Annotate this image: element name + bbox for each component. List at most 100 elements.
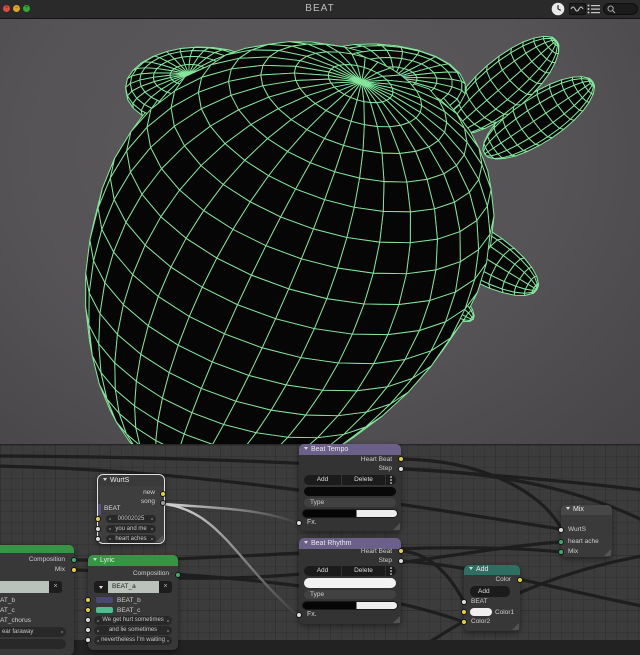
clear-icon[interactable]: ×	[49, 581, 62, 593]
socket-input[interactable]	[95, 526, 101, 532]
socket-input-color2[interactable]	[461, 619, 467, 625]
collapse-icon[interactable]	[469, 567, 473, 570]
resize-grip[interactable]	[604, 549, 611, 556]
value-slider[interactable]	[302, 509, 398, 518]
node-mix-header[interactable]: Mix	[561, 505, 612, 515]
node-beat-rhythm[interactable]: Beat Rhythm Heart Beat Step Add Delete T…	[296, 538, 404, 624]
socket-input[interactable]	[85, 597, 91, 603]
collapse-icon[interactable]	[93, 558, 97, 561]
node-wurts[interactable]: WurtS new song BEAT 00002025 you and me …	[95, 474, 166, 544]
menu-dots-icon[interactable]	[386, 475, 396, 485]
node-add[interactable]: Add Color Add BEAT Color1 Color2	[461, 565, 523, 631]
resize-grip[interactable]	[393, 616, 400, 623]
step-right-icon[interactable]	[167, 619, 169, 622]
color-swatch[interactable]	[96, 597, 113, 603]
socket-output-new[interactable]	[160, 491, 166, 497]
resize-grip[interactable]	[156, 535, 163, 542]
step-left-icon[interactable]	[97, 619, 99, 622]
socket-input-fx[interactable]	[296, 612, 302, 618]
node-beat-tempo[interactable]: Beat Tempo Heart Beat Step Add Delete Ty…	[296, 444, 404, 531]
driver-waveform-button[interactable]	[569, 3, 586, 15]
3d-viewport[interactable]	[0, 18, 640, 444]
socket-output-heart-beat[interactable]	[398, 548, 404, 554]
socket-output-step[interactable]	[398, 466, 404, 472]
value-field-text: heart aches	[115, 536, 147, 542]
text-field[interactable]: and lie sometimes	[94, 626, 172, 635]
socket-input[interactable]	[85, 627, 91, 633]
text-field[interactable]: We get hurt sometimes	[94, 616, 172, 625]
socket-input[interactable]	[85, 617, 91, 623]
node-composition-header[interactable]	[0, 545, 74, 553]
socket-output-heart-beat[interactable]	[398, 456, 404, 462]
node-lyric[interactable]: Lyric Composition BEAT_a × BEAT_b BEAT_c…	[85, 555, 181, 650]
node-mix[interactable]: Mix WurtS heart ache Mix	[558, 505, 612, 557]
list-icon[interactable]	[587, 4, 600, 14]
socket-output-step[interactable]	[398, 558, 404, 564]
socket-output-mix[interactable]	[71, 567, 77, 573]
step-right-icon[interactable]	[151, 518, 153, 520]
text-field[interactable]: nevertheless I'm waiting	[94, 636, 172, 645]
node-beat-tempo-header[interactable]: Beat Tempo	[299, 444, 401, 455]
socket-input-beat[interactable]	[461, 599, 467, 605]
step-right-icon[interactable]	[167, 629, 169, 632]
type-dropdown[interactable]: Type	[304, 498, 396, 507]
add-button[interactable]: Add	[304, 566, 341, 576]
add-button[interactable]: Add	[304, 475, 341, 485]
collapse-icon[interactable]	[304, 447, 308, 450]
value-bar[interactable]	[304, 487, 396, 496]
socket-input-mix[interactable]	[558, 549, 564, 555]
value-field[interactable]: 00002025	[106, 515, 156, 523]
socket-input[interactable]	[95, 516, 101, 522]
socket-output-song[interactable]	[160, 500, 166, 506]
node-wurts-header[interactable]: WurtS	[98, 475, 164, 486]
node-lyric-header[interactable]: Lyric	[88, 555, 178, 566]
socket-input[interactable]	[95, 536, 101, 542]
id-selector-field[interactable]: ×	[0, 581, 62, 593]
text-field[interactable]	[0, 639, 66, 649]
step-left-icon[interactable]	[97, 629, 99, 632]
delete-button[interactable]: Delete	[342, 475, 385, 485]
socket-output-color[interactable]	[517, 577, 523, 583]
search-input[interactable]	[616, 4, 636, 14]
id-selector-value[interactable]	[0, 581, 49, 593]
search-field[interactable]	[603, 3, 638, 15]
step-right-icon[interactable]	[151, 538, 153, 540]
resize-grip[interactable]	[393, 523, 400, 530]
clock-icon[interactable]	[551, 2, 565, 16]
socket-input-color1[interactable]	[461, 609, 467, 615]
socket-input-wurts[interactable]	[558, 527, 564, 533]
color-swatch[interactable]	[96, 607, 113, 613]
socket-input[interactable]	[85, 637, 91, 643]
id-selector-field[interactable]: BEAT_a ×	[94, 581, 172, 593]
step-right-icon[interactable]	[61, 631, 63, 633]
resize-grip[interactable]	[512, 623, 519, 630]
add-operation-button[interactable]: Add	[470, 586, 510, 597]
step-left-icon[interactable]	[109, 538, 111, 540]
type-dropdown[interactable]: Type	[304, 590, 396, 599]
clear-icon[interactable]: ×	[159, 581, 172, 593]
node-composition[interactable]: Composition Mix × AT_b AT_c AT_chorus ea…	[0, 545, 77, 655]
delete-button[interactable]: Delete	[342, 566, 385, 576]
color1-swatch[interactable]	[470, 608, 492, 616]
chevron-down-icon[interactable]	[94, 581, 108, 593]
text-field[interactable]: ear faraway	[0, 627, 66, 637]
collapse-icon[interactable]	[103, 478, 107, 481]
value-field[interactable]: heart aches	[106, 535, 156, 543]
step-left-icon[interactable]	[109, 518, 111, 520]
step-right-icon[interactable]	[151, 528, 153, 530]
collapse-icon[interactable]	[304, 541, 308, 544]
node-add-header[interactable]: Add	[464, 565, 520, 575]
heart-mesh[interactable]	[0, 18, 640, 444]
value-field[interactable]: you and me	[106, 525, 156, 533]
value-bar[interactable]	[304, 578, 396, 588]
socket-output-composition[interactable]	[175, 572, 181, 578]
socket-output-composition[interactable]	[71, 557, 77, 563]
collapse-icon[interactable]	[566, 507, 570, 510]
step-left-icon[interactable]	[109, 528, 111, 530]
id-selector-value[interactable]: BEAT_a	[108, 581, 159, 593]
socket-input-fx[interactable]	[296, 520, 302, 526]
socket-input-heart-ache[interactable]	[558, 539, 564, 545]
socket-input[interactable]	[85, 607, 91, 613]
value-slider[interactable]	[302, 601, 398, 610]
menu-dots-icon[interactable]	[386, 566, 396, 576]
